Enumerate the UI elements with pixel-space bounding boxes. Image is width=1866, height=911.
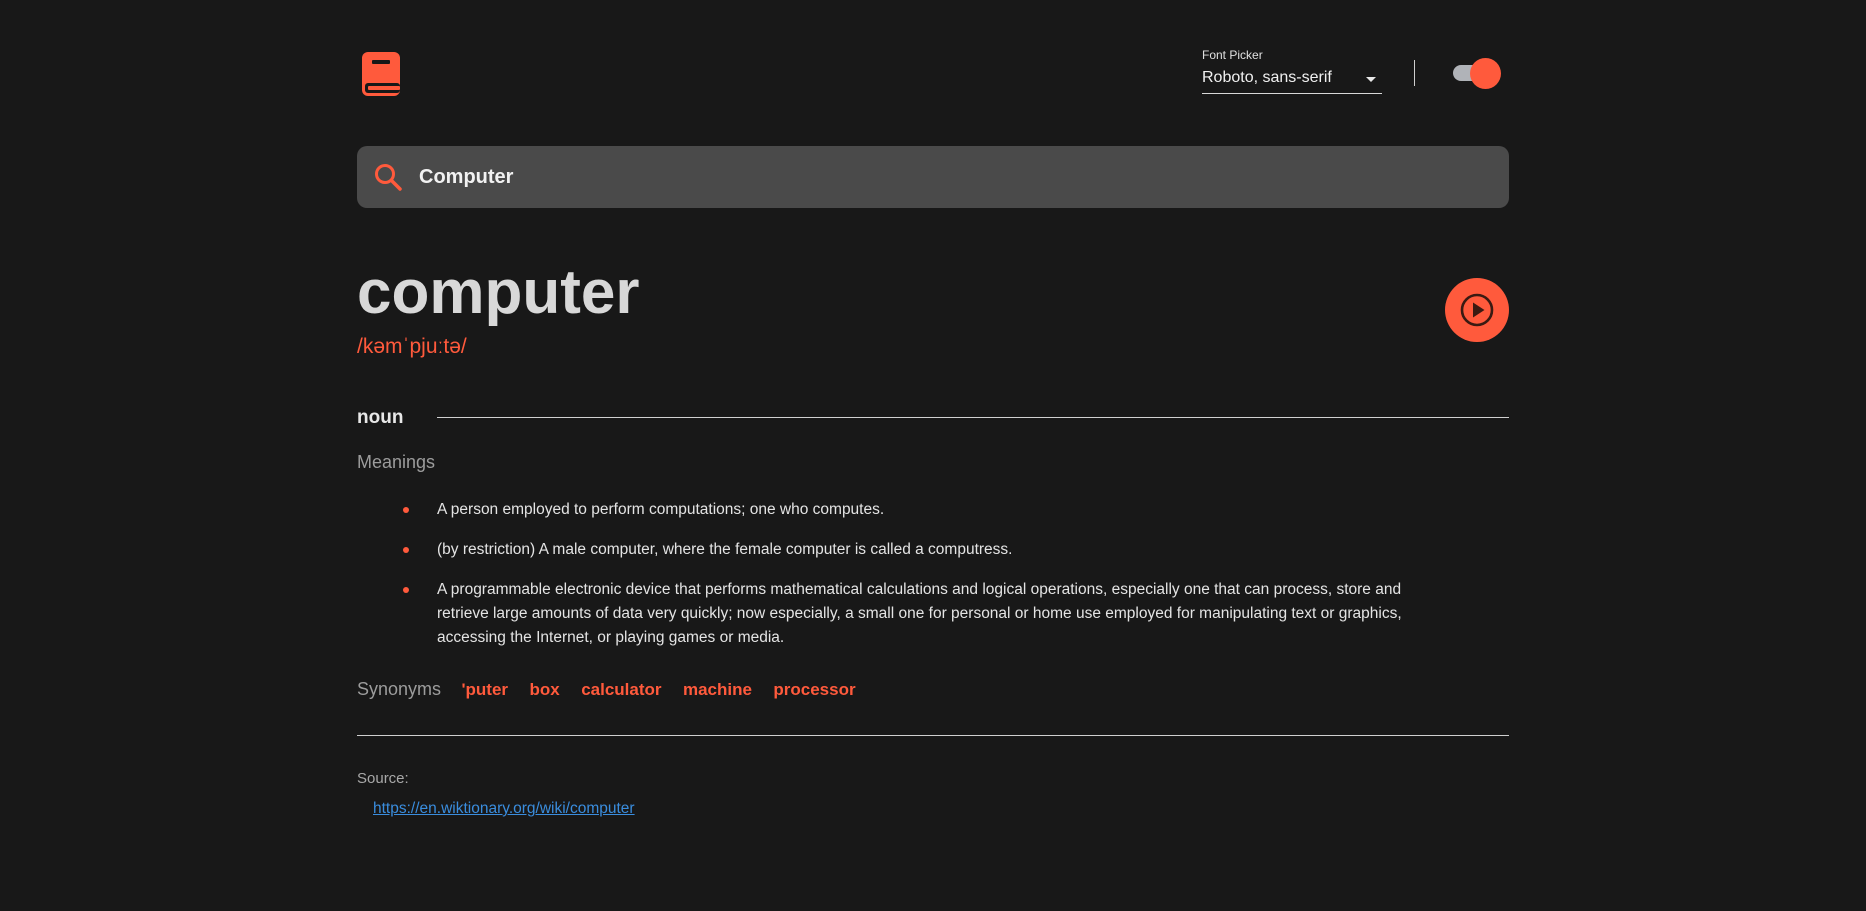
synonym-link[interactable]: machine	[683, 677, 752, 703]
part-of-speech: noun	[357, 407, 404, 428]
list-item: (by restriction) A male computer, where …	[403, 538, 1457, 562]
synonym-link[interactable]: box	[530, 677, 560, 703]
synonym-link[interactable]: 'puter	[462, 677, 509, 703]
footer-divider	[357, 735, 1509, 736]
synonym-link[interactable]: calculator	[581, 677, 661, 703]
meanings-list: A person employed to perform computation…	[403, 498, 1457, 666]
font-picker-value: Roboto, sans-serif	[1202, 69, 1332, 86]
play-audio-button[interactable]	[1445, 278, 1509, 342]
chevron-down-icon	[1366, 77, 1376, 82]
book-icon[interactable]	[362, 52, 402, 96]
part-of-speech-divider	[437, 417, 1509, 418]
font-picker-label: Font Picker	[1202, 48, 1263, 62]
list-item: A person employed to perform computation…	[403, 498, 1457, 522]
synonym-link[interactable]: processor	[773, 677, 855, 703]
header-divider	[1414, 60, 1415, 86]
theme-toggle[interactable]	[1453, 56, 1503, 90]
list-item: A programmable electronic device that pe…	[403, 578, 1457, 650]
font-picker-select[interactable]: Roboto, sans-serif	[1202, 67, 1382, 94]
synonyms-label: Synonyms	[357, 679, 442, 699]
word-title: computer	[357, 258, 640, 327]
meanings-heading: Meanings	[357, 452, 436, 472]
phonetic: /kəmˈpjuːtə/	[357, 335, 467, 358]
definition-text: A programmable electronic device that pe…	[437, 581, 1402, 646]
dictionary-page: Font Picker Roboto, sans-serif computer	[0, 0, 1866, 911]
main-container: Font Picker Roboto, sans-serif computer	[357, 0, 1509, 817]
font-picker[interactable]: Font Picker Roboto, sans-serif	[1202, 48, 1382, 94]
search-input[interactable]	[419, 146, 1489, 208]
bullet-icon	[403, 507, 409, 513]
header: Font Picker Roboto, sans-serif	[357, 0, 1509, 146]
toggle-thumb	[1470, 58, 1501, 89]
source-label: Source:	[357, 770, 409, 787]
definition-text: (by restriction) A male computer, where …	[437, 541, 1013, 558]
search-icon	[375, 164, 402, 191]
synonyms-row: Synonyms 'puter box calculator machine p…	[357, 676, 873, 702]
part-of-speech-row: noun	[357, 406, 1509, 430]
bullet-icon	[403, 547, 409, 553]
definition-text: A person employed to perform computation…	[437, 501, 885, 518]
play-icon	[1460, 293, 1494, 327]
bullet-icon	[403, 587, 409, 593]
source-link[interactable]: https://en.wiktionary.org/wiki/computer	[373, 799, 635, 819]
search-bar	[357, 146, 1509, 208]
